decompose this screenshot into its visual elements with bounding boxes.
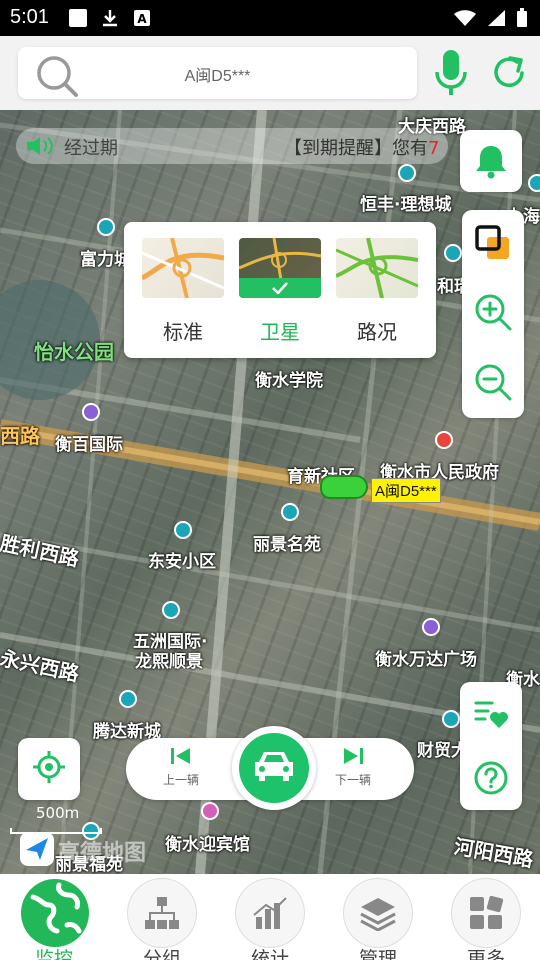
layer-label: 路况	[357, 320, 397, 344]
layer-label: 标准	[163, 320, 203, 344]
vehicle-plate-tag[interactable]: A闽D5***	[371, 478, 441, 503]
tab-group[interactable]: 分组	[108, 874, 216, 960]
vehicle-marker-icon[interactable]	[320, 475, 368, 499]
tab-more[interactable]: 更多	[432, 874, 540, 960]
map-logo-text: 高德地图	[58, 841, 147, 866]
globe-icon	[19, 878, 89, 948]
poi-pin-icon[interactable]	[82, 403, 100, 421]
poi-pin-icon[interactable]	[422, 618, 440, 636]
tab-statistics[interactable]: 统计	[216, 874, 324, 960]
car-icon	[251, 748, 297, 788]
app-a-icon: A	[132, 8, 152, 32]
bottom-tab-bar: 监控 分组 统计 管理 更多	[0, 874, 540, 960]
help-icon[interactable]	[460, 760, 522, 796]
status-time: 5:01	[10, 6, 49, 28]
layer-label: 卫星	[260, 320, 300, 344]
tab-monitor[interactable]: 监控	[0, 874, 108, 960]
status-bar: 5:01 A	[0, 0, 540, 36]
poi-pin-icon[interactable]	[119, 690, 137, 708]
layer-option-traffic[interactable]: 路况	[336, 238, 418, 345]
next-vehicle-button[interactable]: 下一辆	[318, 746, 388, 788]
poi-pin-icon[interactable]	[442, 710, 460, 728]
zoom-in-icon[interactable]	[462, 292, 524, 332]
map-label: 衡百国际	[55, 435, 123, 455]
poi-pin-icon[interactable]	[528, 174, 540, 192]
map-label: 西路	[0, 424, 40, 448]
map-label: 衡水学院	[255, 371, 323, 391]
tab-label: 分组	[142, 948, 181, 960]
poi-pin-icon[interactable]	[435, 431, 453, 449]
expiry-notice-bar[interactable]: 经过期 【到期提醒】您有7	[16, 128, 448, 164]
download-icon	[100, 8, 120, 32]
speaker-icon	[25, 135, 55, 161]
layers-toggle-icon[interactable]	[462, 224, 524, 262]
grid-icon	[451, 878, 521, 948]
tab-label: 更多	[466, 948, 505, 960]
search-input[interactable]: A闽D5***	[18, 47, 417, 99]
map-label: 怡水公园	[34, 340, 114, 364]
poi-pin-icon[interactable]	[174, 521, 192, 539]
map-view[interactable]: 大庆西路 恒丰·理想城 上海 富力城 和瑞景 怡水公园 衡水学院 西路 衡百国际…	[0, 110, 540, 874]
favorite-list-icon[interactable]	[460, 696, 522, 732]
poi-pin-icon[interactable]	[162, 601, 180, 619]
microphone-icon[interactable]	[434, 50, 468, 100]
scale-label: 500m	[36, 804, 80, 822]
side-action-stack	[460, 682, 522, 810]
prev-icon	[170, 748, 192, 769]
map-label: 衡水迎宾馆	[165, 835, 250, 855]
map-provider-logo: 高德地图	[20, 832, 146, 870]
notice-text-right: 【到期提醒】您有7	[284, 134, 439, 160]
svg-text:A: A	[137, 12, 147, 26]
standard-map-thumbnail	[142, 238, 224, 298]
signal-icon	[486, 9, 506, 31]
poi-pin-icon[interactable]	[444, 244, 462, 262]
next-icon	[342, 748, 364, 769]
layers-icon	[343, 878, 413, 948]
notice-count: 7	[428, 138, 440, 159]
alarm-bell-button[interactable]	[460, 130, 522, 192]
notice-text-left: 经过期	[64, 138, 118, 159]
poi-pin-icon[interactable]	[97, 218, 115, 236]
tab-label: 监控	[34, 948, 73, 960]
search-header: A闽D5***	[0, 36, 540, 110]
map-label: 东安小区	[148, 552, 216, 572]
map-label: 恒丰·理想城	[360, 195, 452, 215]
map-label: 龙熙顺景	[135, 652, 203, 672]
poi-pin-icon[interactable]	[281, 503, 299, 521]
satellite-map-thumbnail	[239, 238, 321, 298]
tab-label: 管理	[358, 948, 397, 960]
map-control-stack	[462, 210, 524, 418]
tab-management[interactable]: 管理	[324, 874, 432, 960]
refresh-icon[interactable]	[490, 54, 528, 96]
tab-label: 统计	[250, 948, 289, 960]
notification-square-icon	[68, 8, 88, 32]
locate-button[interactable]	[18, 738, 80, 800]
zoom-out-icon[interactable]	[462, 362, 524, 402]
map-label: 衡水万达广场	[375, 650, 477, 670]
prev-vehicle-button[interactable]: 上一辆	[146, 746, 216, 788]
battery-icon	[516, 8, 528, 32]
amap-logo-icon	[20, 832, 54, 870]
selected-check-icon	[239, 278, 321, 298]
current-vehicle-button[interactable]	[232, 726, 316, 810]
bar-chart-icon	[235, 878, 305, 948]
map-label: 丽景名苑	[253, 535, 321, 555]
layer-option-standard[interactable]: 标准	[142, 238, 224, 345]
org-chart-icon	[127, 878, 197, 948]
notice-reminder: 【到期提醒】您有	[284, 138, 428, 159]
layer-option-satellite[interactable]: 卫星	[239, 238, 321, 345]
wifi-icon	[454, 9, 476, 31]
poi-pin-icon[interactable]	[201, 802, 219, 820]
next-vehicle-label: 下一辆	[334, 773, 371, 787]
search-value: A闽D5***	[184, 68, 251, 85]
traffic-map-thumbnail	[336, 238, 418, 298]
poi-pin-icon[interactable]	[398, 164, 416, 182]
bell-icon	[460, 143, 522, 179]
crosshair-icon	[32, 750, 66, 788]
map-layer-popup: 标准 卫星 路况	[124, 222, 436, 358]
prev-vehicle-label: 上一辆	[162, 773, 199, 787]
